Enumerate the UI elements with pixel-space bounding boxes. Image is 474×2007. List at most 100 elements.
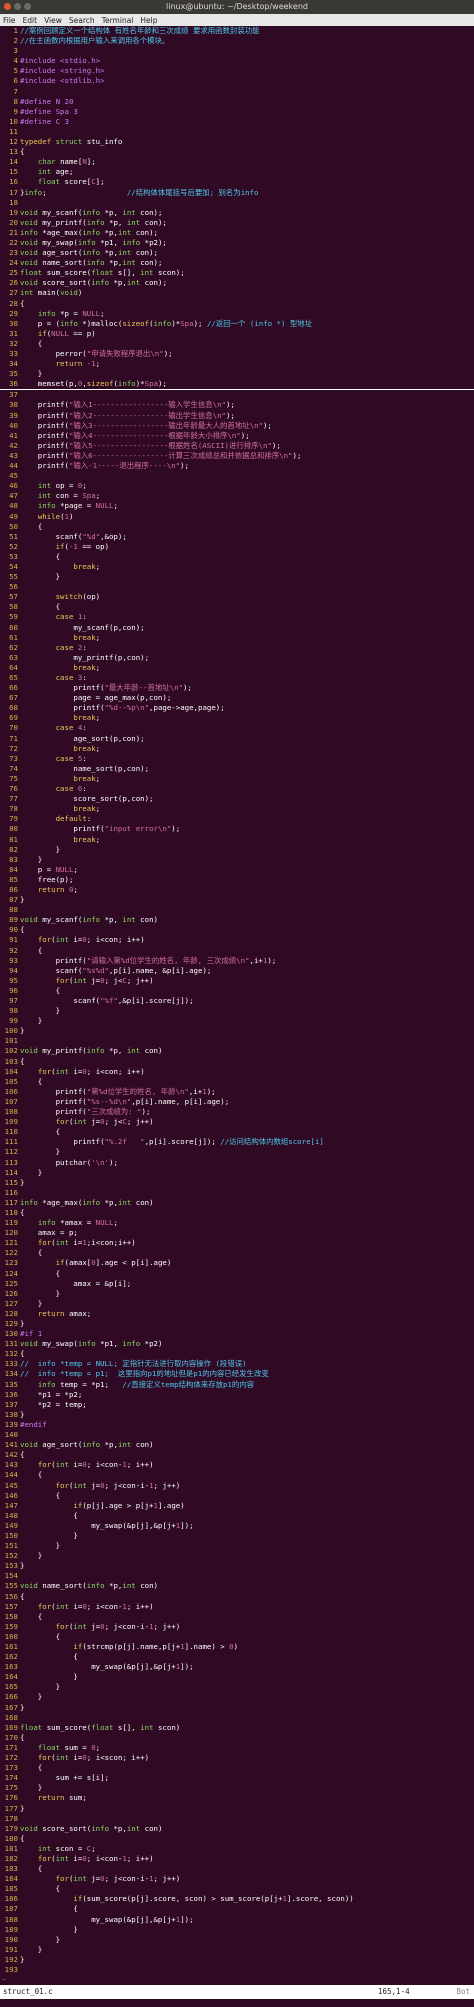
code-line[interactable]: 121 for(int i=1;i<con;i++) [0, 1238, 474, 1248]
code-line[interactable]: 193 [0, 1965, 474, 1975]
code-line[interactable]: 119 info *amax = NULL; [0, 1218, 474, 1228]
code-line[interactable]: 71 age_sort(p,con); [0, 734, 474, 744]
code-line[interactable]: 135 info temp = *p1; //直接定义temp结构体来存放p1的… [0, 1380, 474, 1390]
code-line[interactable]: 66 printf("最大年龄--首地址\n"); [0, 683, 474, 693]
code-line[interactable]: 98 } [0, 1006, 474, 1016]
code-line[interactable]: 173 { [0, 1763, 474, 1773]
code-line[interactable]: 164 } [0, 1672, 474, 1682]
code-line[interactable]: 131 void my_swap(info *p1, info *p2) [0, 1339, 474, 1349]
code-line[interactable]: 189 } [0, 1925, 474, 1935]
code-line[interactable]: 110 { [0, 1127, 474, 1137]
code-line[interactable]: 85 free(p); [0, 875, 474, 885]
code-line[interactable]: 39 printf("输入2-----------------输出学生信息\n"… [0, 411, 474, 421]
code-line[interactable]: 175 } [0, 1783, 474, 1793]
code-line[interactable]: 97 scanf("%f",&p[i].score[j]); [0, 996, 474, 1006]
code-line[interactable]: 20 void my_printf(info *p, int con); [0, 218, 474, 228]
code-line[interactable]: 30 p = (info *)malloc(sizeof(info)*Spa);… [0, 319, 474, 329]
menu-item-view[interactable]: View [44, 16, 62, 25]
code-line[interactable]: 70 case 4: [0, 723, 474, 733]
code-line[interactable]: 17}info; //结构体体尾括号后要加; 别名为info [0, 188, 474, 198]
code-line[interactable]: 56 [0, 582, 474, 592]
code-line[interactable]: 163 my_swap(&p[j],&p[j+1]); [0, 1662, 474, 1672]
code-line[interactable]: 79 default: [0, 814, 474, 824]
code-line[interactable]: 105 { [0, 1077, 474, 1087]
code-line[interactable]: 192} [0, 1955, 474, 1965]
code-line[interactable]: 186 if(sum_score(p[j].score, scon) > sum… [0, 1894, 474, 1904]
code-line[interactable]: 48 info *page = NULL; [0, 501, 474, 511]
code-line[interactable]: 11 [0, 127, 474, 137]
code-line[interactable]: 137 *p2 = temp; [0, 1400, 474, 1410]
code-line[interactable]: 190 } [0, 1935, 474, 1945]
code-line[interactable]: 100} [0, 1026, 474, 1036]
code-line[interactable]: 42 printf("输入5-----------------根据姓名(ASCI… [0, 441, 474, 451]
code-line[interactable]: 161 if(strcmp(p[j].name,p[j+1].name) > 0… [0, 1642, 474, 1652]
code-line[interactable]: 55 } [0, 572, 474, 582]
code-line[interactable]: 67 page = age_max(p,con); [0, 693, 474, 703]
code-line[interactable]: 158 { [0, 1612, 474, 1622]
code-line[interactable]: 72 break; [0, 744, 474, 754]
code-line[interactable]: 50 { [0, 522, 474, 532]
code-line[interactable]: 40 printf("输入3-----------------输出年龄最大人的首… [0, 421, 474, 431]
code-line[interactable]: 75 break; [0, 774, 474, 784]
code-line[interactable]: 62 case 2: [0, 643, 474, 653]
code-line[interactable]: 142{ [0, 1450, 474, 1460]
menu-item-search[interactable]: Search [69, 16, 95, 25]
code-line[interactable]: 130 #if 1 [0, 1329, 474, 1339]
code-line[interactable]: 92 { [0, 946, 474, 956]
code-line[interactable]: 114 } [0, 1168, 474, 1178]
code-line[interactable]: 170{ [0, 1733, 474, 1743]
code-line[interactable]: 96 { [0, 986, 474, 996]
code-line[interactable]: 126 } [0, 1289, 474, 1299]
code-line[interactable]: 145 for(int j=0; j<con-i-1; j++) [0, 1481, 474, 1491]
code-line[interactable]: 57 switch(op) [0, 592, 474, 602]
code-line[interactable]: 88 [0, 905, 474, 915]
code-line[interactable]: 28{ [0, 299, 474, 309]
code-line[interactable]: 77 score_sort(p,con); [0, 794, 474, 804]
code-line[interactable]: 51 scanf("%d",&op); [0, 532, 474, 542]
code-line[interactable]: 140 [0, 1430, 474, 1440]
code-line[interactable]: 167} [0, 1703, 474, 1713]
code-line[interactable]: 13{ [0, 147, 474, 157]
code-line[interactable]: 101 [0, 1036, 474, 1046]
code-line[interactable]: 32 { [0, 339, 474, 349]
code-line[interactable]: 120 amax = p; [0, 1228, 474, 1238]
code-line[interactable]: 86 return 0; [0, 885, 474, 895]
code-line[interactable]: 41 printf("输入4-----------------根据年龄大小排序\… [0, 431, 474, 441]
code-line[interactable]: 148 { [0, 1511, 474, 1521]
code-line[interactable]: 58 { [0, 602, 474, 612]
code-line[interactable]: 134// info *temp = p1; 这里指向p1的地址但是p1的内容已… [0, 1369, 474, 1379]
code-line[interactable]: 90{ [0, 925, 474, 935]
code-line[interactable]: 36 memset(p,0,sizeof(info)*Spa); [0, 379, 474, 391]
code-line[interactable]: 15 int age; [0, 167, 474, 177]
code-line[interactable]: 93 printf("请输入第%d位学生的姓名, 年龄, 三次成绩\n",i+1… [0, 956, 474, 966]
code-line[interactable]: 59 case 1: [0, 612, 474, 622]
code-line[interactable]: 122 { [0, 1248, 474, 1258]
code-line[interactable]: 166 } [0, 1692, 474, 1702]
code-line[interactable]: 146 { [0, 1491, 474, 1501]
code-line[interactable]: 7 [0, 87, 474, 97]
code-line[interactable]: 169 float sum_score(float s[], int scon) [0, 1723, 474, 1733]
menu-item-terminal[interactable]: Terminal [102, 16, 134, 25]
code-line[interactable]: 127 } [0, 1299, 474, 1309]
code-line[interactable]: 19 void my_scanf(info *p, int con); [0, 208, 474, 218]
code-line[interactable]: 3 [0, 46, 474, 56]
code-line[interactable]: 31 if(NULL == p) [0, 329, 474, 339]
code-line[interactable]: 52 if(-1 == op) [0, 542, 474, 552]
code-line[interactable]: 26 void score_sort(info *p,int con); [0, 278, 474, 288]
code-line[interactable]: 18 [0, 198, 474, 208]
code-line[interactable]: 141 void age_sort(info *p,int con) [0, 1440, 474, 1450]
code-line[interactable]: 74 name_sort(p,con); [0, 764, 474, 774]
code-line[interactable]: 29 info *p = NULL; [0, 309, 474, 319]
code-line[interactable]: 14 char name[N]; [0, 157, 474, 167]
code-line[interactable]: 82 } [0, 845, 474, 855]
code-line[interactable]: 107 printf("%s--%d\n",p[i].name, p[i].ag… [0, 1097, 474, 1107]
code-line[interactable]: 38 printf("输入1-----------------输入学生信息\n"… [0, 400, 474, 410]
code-line[interactable]: 139 #endif [0, 1420, 474, 1430]
code-line[interactable]: 102 void my_printf(info *p, int con) [0, 1046, 474, 1056]
code-line[interactable]: 187 { [0, 1904, 474, 1914]
code-line[interactable]: 178 [0, 1814, 474, 1824]
code-line[interactable]: 153} [0, 1561, 474, 1571]
code-line[interactable]: 61 break; [0, 633, 474, 643]
code-line[interactable]: 128 return amax; [0, 1309, 474, 1319]
code-line[interactable]: 171 float sum = 0; [0, 1743, 474, 1753]
